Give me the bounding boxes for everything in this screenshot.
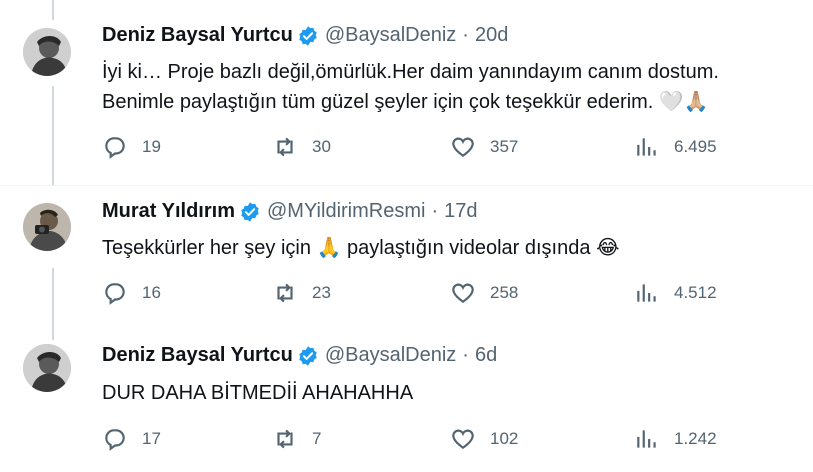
separator-dot: · [462, 344, 469, 366]
reply-button[interactable]: 16 [102, 280, 161, 306]
retweet-button[interactable]: 23 [272, 280, 331, 306]
reply-icon [105, 137, 125, 159]
emoji: 🤍🙏🏼 [658, 89, 709, 113]
tweet-text-line: DUR DAHA BİTMEDİİ AHAHAHHA [102, 382, 414, 404]
reply-button[interactable]: 17 [102, 426, 161, 452]
like-button[interactable]: 258 [450, 280, 518, 306]
retweet-button[interactable]: 7 [272, 426, 321, 452]
retweet-button[interactable]: 30 [272, 134, 331, 160]
like-count: 357 [490, 137, 519, 156]
avatar[interactable] [23, 344, 71, 392]
retweet-count: 23 [312, 283, 331, 302]
retweet-icon [277, 429, 293, 449]
action-bar: 17 7 102 1.242 [102, 426, 742, 456]
like-count: 258 [490, 283, 519, 302]
author-name[interactable]: Murat Yıldırım [102, 200, 235, 223]
reply-count: 19 [142, 137, 161, 156]
like-count: 102 [490, 429, 519, 448]
avatar[interactable] [23, 203, 71, 251]
reply-icon [105, 429, 125, 451]
views-icon [637, 284, 656, 302]
author-name[interactable]: Deniz Baysal Yurtcu [102, 24, 293, 47]
like-button[interactable]: 357 [450, 134, 518, 160]
timestamp[interactable]: 17d [444, 200, 477, 223]
avatar[interactable] [23, 28, 71, 76]
tweet[interactable]: Deniz Baysal Yurtcu @BaysalDeniz · 20d İ… [0, 0, 813, 185]
heart-icon [452, 429, 474, 449]
retweet-count: 30 [312, 137, 331, 156]
views-icon [637, 138, 656, 156]
views-button[interactable]: 6.495 [634, 134, 717, 160]
timestamp[interactable]: 20d [475, 24, 508, 47]
retweet-icon [277, 283, 293, 303]
reply-count: 17 [142, 429, 161, 448]
emoji: 😂 [596, 235, 620, 259]
views-icon [637, 430, 656, 448]
action-bar: 16 23 258 4.512 [102, 280, 742, 310]
views-count: 6.495 [674, 137, 717, 156]
tweet[interactable]: Murat Yıldırım @MYildirimResmi · 17d Teş… [0, 185, 813, 330]
tweet-text-part: Teşekkürler her şey için [102, 237, 311, 259]
like-button[interactable]: 102 [450, 426, 518, 452]
views-count: 4.512 [674, 283, 717, 302]
emoji: 🙏 [316, 235, 342, 259]
heart-icon [452, 137, 474, 157]
tweet-text: Teşekkürler her şey için 🙏 paylaştığın v… [102, 233, 802, 263]
views-button[interactable]: 1.242 [634, 426, 717, 452]
action-bar: 19 30 357 6.495 [102, 134, 742, 164]
views-count: 1.242 [674, 429, 717, 448]
tweet-text-line-content: Benimle paylaştığın tüm güzel şeyler içi… [102, 91, 654, 113]
heart-icon [452, 283, 474, 303]
reply-count: 16 [142, 283, 161, 302]
tweet-text-part: paylaştığın videolar dışında [347, 237, 591, 259]
tweet-text-line: Benimle paylaştığın tüm güzel şeyler içi… [102, 87, 802, 117]
reply-button[interactable]: 19 [102, 134, 161, 160]
verified-badge-icon [241, 201, 259, 222]
author-name[interactable]: Deniz Baysal Yurtcu [102, 344, 293, 367]
tweet-text: DUR DAHA BİTMEDİİ AHAHAHHA [102, 379, 802, 408]
reply-icon [105, 283, 125, 305]
views-button[interactable]: 4.512 [634, 280, 717, 306]
retweet-icon [277, 137, 293, 157]
tweet-text-line: İyi ki… Proje bazlı değil,ömürlük.Her da… [102, 61, 719, 83]
timestamp[interactable]: 6d [475, 344, 497, 367]
tweet[interactable]: Deniz Baysal Yurtcu @BaysalDeniz · 6d DU… [0, 330, 813, 472]
verified-badge-icon [299, 25, 317, 46]
retweet-count: 7 [312, 429, 322, 448]
author-handle[interactable]: @BaysalDeniz [325, 344, 456, 367]
separator-dot: · [462, 24, 469, 46]
verified-badge-icon [299, 345, 317, 366]
tweet-text: İyi ki… Proje bazlı değil,ömürlük.Her da… [102, 58, 802, 117]
author-handle[interactable]: @MYildirimResmi [267, 200, 425, 223]
separator-dot: · [431, 200, 439, 222]
author-handle[interactable]: @BaysalDeniz [325, 24, 456, 47]
